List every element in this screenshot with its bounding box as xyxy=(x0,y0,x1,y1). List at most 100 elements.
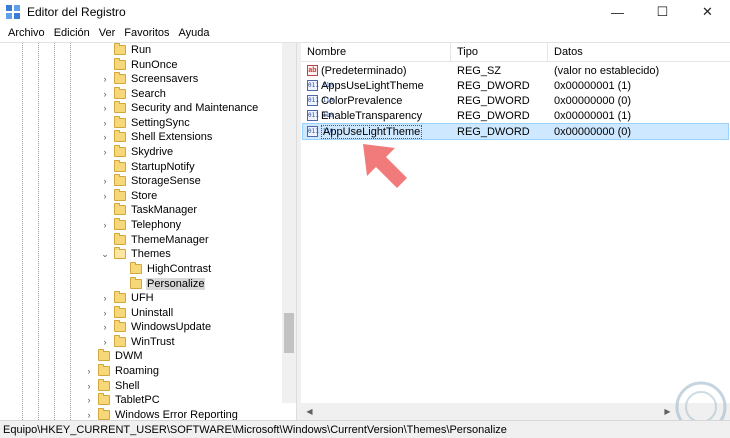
chevron-right-icon[interactable]: › xyxy=(100,308,110,318)
list-row[interactable]: ab (Predeterminado) REG_SZ (valor no est… xyxy=(303,63,728,78)
chevron-right-icon[interactable]: › xyxy=(84,381,94,391)
list-row[interactable]: 011 110 ColorPrevalence REG_DWORD 0x0000… xyxy=(303,93,728,108)
chevron-right-icon[interactable]: › xyxy=(84,366,94,376)
folder-icon xyxy=(98,364,110,376)
tree-item-search[interactable]: › Search xyxy=(100,87,167,101)
tree-item-themes[interactable]: ⌄ Themes xyxy=(100,247,172,261)
chevron-right-icon[interactable]: › xyxy=(100,191,110,201)
tree-item-label: Themes xyxy=(131,248,171,260)
string-value-icon: ab xyxy=(307,65,318,76)
tree-item-label: StorageSense xyxy=(131,175,201,187)
chevron-right-icon[interactable]: › xyxy=(100,103,110,113)
tree-item-wintrust[interactable]: › WinTrust xyxy=(100,335,176,349)
tree-item-label: Search xyxy=(131,88,166,100)
tree-item-label: UFH xyxy=(131,292,154,304)
tree-item-shell[interactable]: › Shell xyxy=(84,379,140,393)
chevron-right-icon[interactable]: › xyxy=(100,322,110,332)
tree-item-taskmanager[interactable]: TaskManager xyxy=(100,203,198,217)
value-name: (Predeterminado) xyxy=(321,64,407,77)
chevron-right-icon[interactable]: › xyxy=(100,147,110,157)
chevron-right-icon[interactable]: › xyxy=(100,132,110,142)
tree-item-screensavers[interactable]: › Screensavers xyxy=(100,72,199,86)
tree-item-label: Store xyxy=(131,190,158,202)
tree-item-startupnotify[interactable]: StartupNotify xyxy=(100,160,196,174)
tree-item-telephony[interactable]: › Telephony xyxy=(100,218,182,232)
tree-item-label: RunOnce xyxy=(131,59,178,71)
folder-icon xyxy=(114,320,126,332)
scroll-left-icon[interactable]: ◀ xyxy=(301,403,318,420)
tree-item-windowsupdate[interactable]: › WindowsUpdate xyxy=(100,320,212,334)
tree-item-roaming[interactable]: › Roaming xyxy=(84,364,160,378)
tree-item-highcontrast[interactable]: HighContrast xyxy=(116,262,212,276)
folder-open-icon xyxy=(114,247,126,259)
value-type: REG_DWORD xyxy=(457,94,530,107)
chevron-right-icon[interactable]: › xyxy=(100,220,110,230)
tree-item-label: DWM xyxy=(115,350,143,362)
menu-ver[interactable]: Ver xyxy=(95,27,120,39)
tree-item-ufh[interactable]: › UFH xyxy=(100,291,155,305)
title-bar[interactable]: Editor del Registro — ☐ ✕ xyxy=(0,0,730,24)
chevron-right-icon[interactable]: › xyxy=(84,410,94,420)
chevron-down-icon[interactable]: ⌄ xyxy=(100,249,110,260)
list-row[interactable]: 011 110 EnableTransparency REG_DWORD 0x0… xyxy=(303,108,728,123)
maximize-button[interactable]: ☐ xyxy=(640,0,685,24)
column-header-nombre[interactable]: Nombre xyxy=(301,43,451,61)
tree-item-store[interactable]: › Store xyxy=(100,189,158,203)
menu-favoritos[interactable]: Favoritos xyxy=(120,27,173,39)
tree-item-storagesense[interactable]: › StorageSense xyxy=(100,174,202,188)
key-tree[interactable]: Run RunOnce › Screensavers › Search › Se… xyxy=(0,43,296,420)
tree-item-run[interactable]: Run xyxy=(100,43,152,57)
tree-item-dwm[interactable]: DWM xyxy=(84,349,144,363)
chevron-right-icon[interactable]: › xyxy=(100,74,110,84)
chevron-right-icon[interactable]: › xyxy=(84,395,94,405)
tree-vertical-scrollbar[interactable] xyxy=(282,43,296,403)
tree-item-label: SettingSync xyxy=(131,117,190,129)
tree-item-label: Windows Error Reporting xyxy=(115,409,238,420)
value-name-cell: ab (Predeterminado) xyxy=(307,63,407,78)
tree-guide-line xyxy=(70,43,71,420)
close-button[interactable]: ✕ xyxy=(685,0,730,24)
binary-value-icon: 011 110 xyxy=(307,80,334,91)
chevron-right-icon[interactable]: › xyxy=(100,293,110,303)
tree-scroll-thumb[interactable] xyxy=(284,313,294,353)
window-title: Editor del Registro xyxy=(27,5,126,19)
tree-item-uninstall[interactable]: › Uninstall xyxy=(100,306,174,320)
column-header-tipo[interactable]: Tipo xyxy=(451,43,548,61)
minimize-button[interactable]: — xyxy=(595,0,640,24)
folder-icon xyxy=(98,349,110,361)
tree-item-skydrive[interactable]: › Skydrive xyxy=(100,145,174,159)
tree-item-security[interactable]: › Security and Maintenance xyxy=(100,101,259,115)
value-type: REG_DWORD xyxy=(457,125,530,138)
tree-item-label: HighContrast xyxy=(147,263,212,275)
chevron-right-icon[interactable]: › xyxy=(100,176,110,186)
value-name: AppsUseLightTheme xyxy=(321,79,424,92)
tree-item-label: StartupNotify xyxy=(131,161,195,173)
value-name: ColorPrevalence xyxy=(321,94,403,107)
list-row[interactable]: 011 110 AppsUseLightTheme REG_DWORD 0x00… xyxy=(303,78,728,93)
tree-item-tabletpc[interactable]: › TabletPC xyxy=(84,393,161,407)
chevron-right-icon[interactable]: › xyxy=(100,337,110,347)
list-row-selected[interactable]: 011 110 AppUseLightTheme REG_DWORD 0x000… xyxy=(302,123,729,140)
value-name-cell: 011 110 AppsUseLightTheme xyxy=(307,78,424,93)
menu-ayuda[interactable]: Ayuda xyxy=(175,27,214,39)
tree-item-shell-extensions[interactable]: › Shell Extensions xyxy=(100,130,213,144)
tree-item-settingsync[interactable]: › SettingSync xyxy=(100,116,191,130)
value-name: EnableTransparency xyxy=(321,109,423,122)
chevron-right-icon[interactable]: › xyxy=(100,118,110,128)
column-header-datos[interactable]: Datos xyxy=(548,43,730,61)
folder-icon xyxy=(114,218,126,230)
folder-icon xyxy=(98,408,110,420)
tree-item-thememanager[interactable]: ThemeManager xyxy=(100,233,210,247)
tree-item-windows-error-reporting[interactable]: › Windows Error Reporting xyxy=(84,408,239,420)
binary-value-icon: 011 110 xyxy=(307,126,334,137)
tree-item-label: Uninstall xyxy=(131,307,174,319)
value-list[interactable]: Nombre Tipo Datos ab (Predeterminado) RE… xyxy=(301,43,730,420)
tree-item-personalize[interactable]: Personalize xyxy=(116,277,206,291)
tree-item-runonce[interactable]: RunOnce xyxy=(100,58,178,72)
folder-icon xyxy=(114,160,126,172)
list-horizontal-scrollbar[interactable]: ◀ ▶ xyxy=(301,403,730,420)
tree-guide-line xyxy=(22,43,23,420)
menu-archivo[interactable]: Archivo xyxy=(4,27,49,39)
chevron-right-icon[interactable]: › xyxy=(100,89,110,99)
menu-edicion[interactable]: Edición xyxy=(50,27,94,39)
